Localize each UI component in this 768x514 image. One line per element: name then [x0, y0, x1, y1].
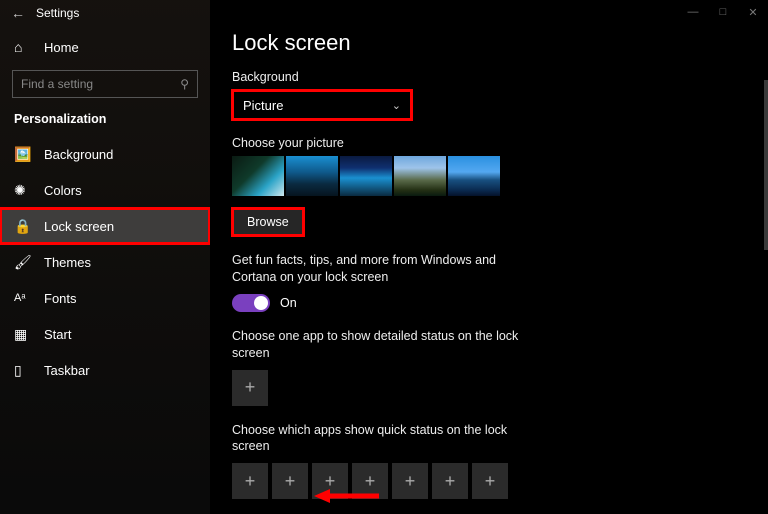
back-button[interactable]: ← — [6, 5, 30, 21]
background-dropdown[interactable]: Picture ⌄ — [232, 90, 412, 120]
home-icon: ⌂ — [14, 39, 32, 55]
taskbar-icon: ▯ — [14, 362, 32, 379]
picture-thumb[interactable] — [340, 156, 392, 196]
quick-status-slot[interactable]: + — [392, 463, 428, 499]
sidebar-item-label: Colors — [44, 183, 82, 198]
sidebar-item-label: Lock screen — [44, 219, 114, 234]
detailed-status-slot[interactable]: + — [232, 370, 268, 406]
sidebar-item-label: Taskbar — [44, 363, 90, 378]
browse-label: Browse — [247, 215, 289, 229]
sidebar-item-fonts[interactable]: Aᵃ Fonts — [0, 280, 210, 316]
quick-status-slot[interactable]: + — [432, 463, 468, 499]
picture-thumb[interactable] — [286, 156, 338, 196]
chevron-down-icon: ⌄ — [392, 99, 401, 112]
start-icon: ▦ — [14, 326, 32, 343]
scrollbar[interactable] — [764, 80, 768, 250]
search-input[interactable]: Find a setting ⚲ — [12, 70, 198, 98]
sidebar: ⌂ Home Find a setting ⚲ Personalization … — [0, 0, 210, 514]
sidebar-item-colors[interactable]: ✺ Colors — [0, 172, 210, 208]
close-button[interactable]: ✕ — [738, 0, 768, 24]
fonts-icon: Aᵃ — [14, 292, 32, 304]
dropdown-value: Picture — [243, 98, 283, 113]
maximize-button[interactable]: □ — [708, 0, 738, 24]
quick-status-slot[interactable]: + — [472, 463, 508, 499]
minimize-button[interactable]: ― — [678, 0, 708, 24]
window-title: Settings — [36, 6, 79, 20]
lock-screen-icon: 🔒 — [14, 218, 32, 235]
sidebar-item-label: Fonts — [44, 291, 77, 306]
palette-icon: ✺ — [14, 182, 32, 199]
picture-thumbnails — [232, 156, 746, 196]
funfacts-text: Get fun facts, tips, and more from Windo… — [232, 252, 532, 286]
browse-button[interactable]: Browse — [232, 208, 304, 236]
home-label: Home — [44, 40, 79, 55]
background-label: Background — [232, 70, 746, 84]
picture-thumb[interactable] — [394, 156, 446, 196]
page-title: Lock screen — [232, 30, 746, 56]
sidebar-item-label: Background — [44, 147, 113, 162]
quick-status-slot[interactable]: + — [232, 463, 268, 499]
themes-icon: 🖌 — [14, 254, 32, 271]
picture-icon: 🖼️ — [14, 146, 32, 163]
annotation-arrow — [314, 486, 384, 506]
sidebar-item-lock-screen[interactable]: 🔒 Lock screen — [0, 208, 210, 244]
section-title: Personalization — [0, 108, 210, 136]
sidebar-item-background[interactable]: 🖼️ Background — [0, 136, 210, 172]
funfacts-toggle[interactable] — [232, 294, 270, 312]
search-placeholder: Find a setting — [21, 77, 93, 91]
sidebar-item-themes[interactable]: 🖌 Themes — [0, 244, 210, 280]
picture-thumb[interactable] — [232, 156, 284, 196]
sidebar-item-taskbar[interactable]: ▯ Taskbar — [0, 352, 210, 388]
quick-status-label: Choose which apps show quick status on t… — [232, 422, 532, 456]
picture-thumb[interactable] — [448, 156, 500, 196]
main-content: Lock screen Background Picture ⌄ Choose … — [210, 0, 768, 514]
sidebar-item-start[interactable]: ▦ Start — [0, 316, 210, 352]
sidebar-item-label: Themes — [44, 255, 91, 270]
funfacts-state: On — [280, 296, 297, 310]
home-nav[interactable]: ⌂ Home — [0, 30, 210, 64]
choose-picture-label: Choose your picture — [232, 136, 746, 150]
quick-status-slot[interactable]: + — [272, 463, 308, 499]
sidebar-item-label: Start — [44, 327, 71, 342]
detailed-status-label: Choose one app to show detailed status o… — [232, 328, 532, 362]
search-icon: ⚲ — [180, 77, 189, 91]
